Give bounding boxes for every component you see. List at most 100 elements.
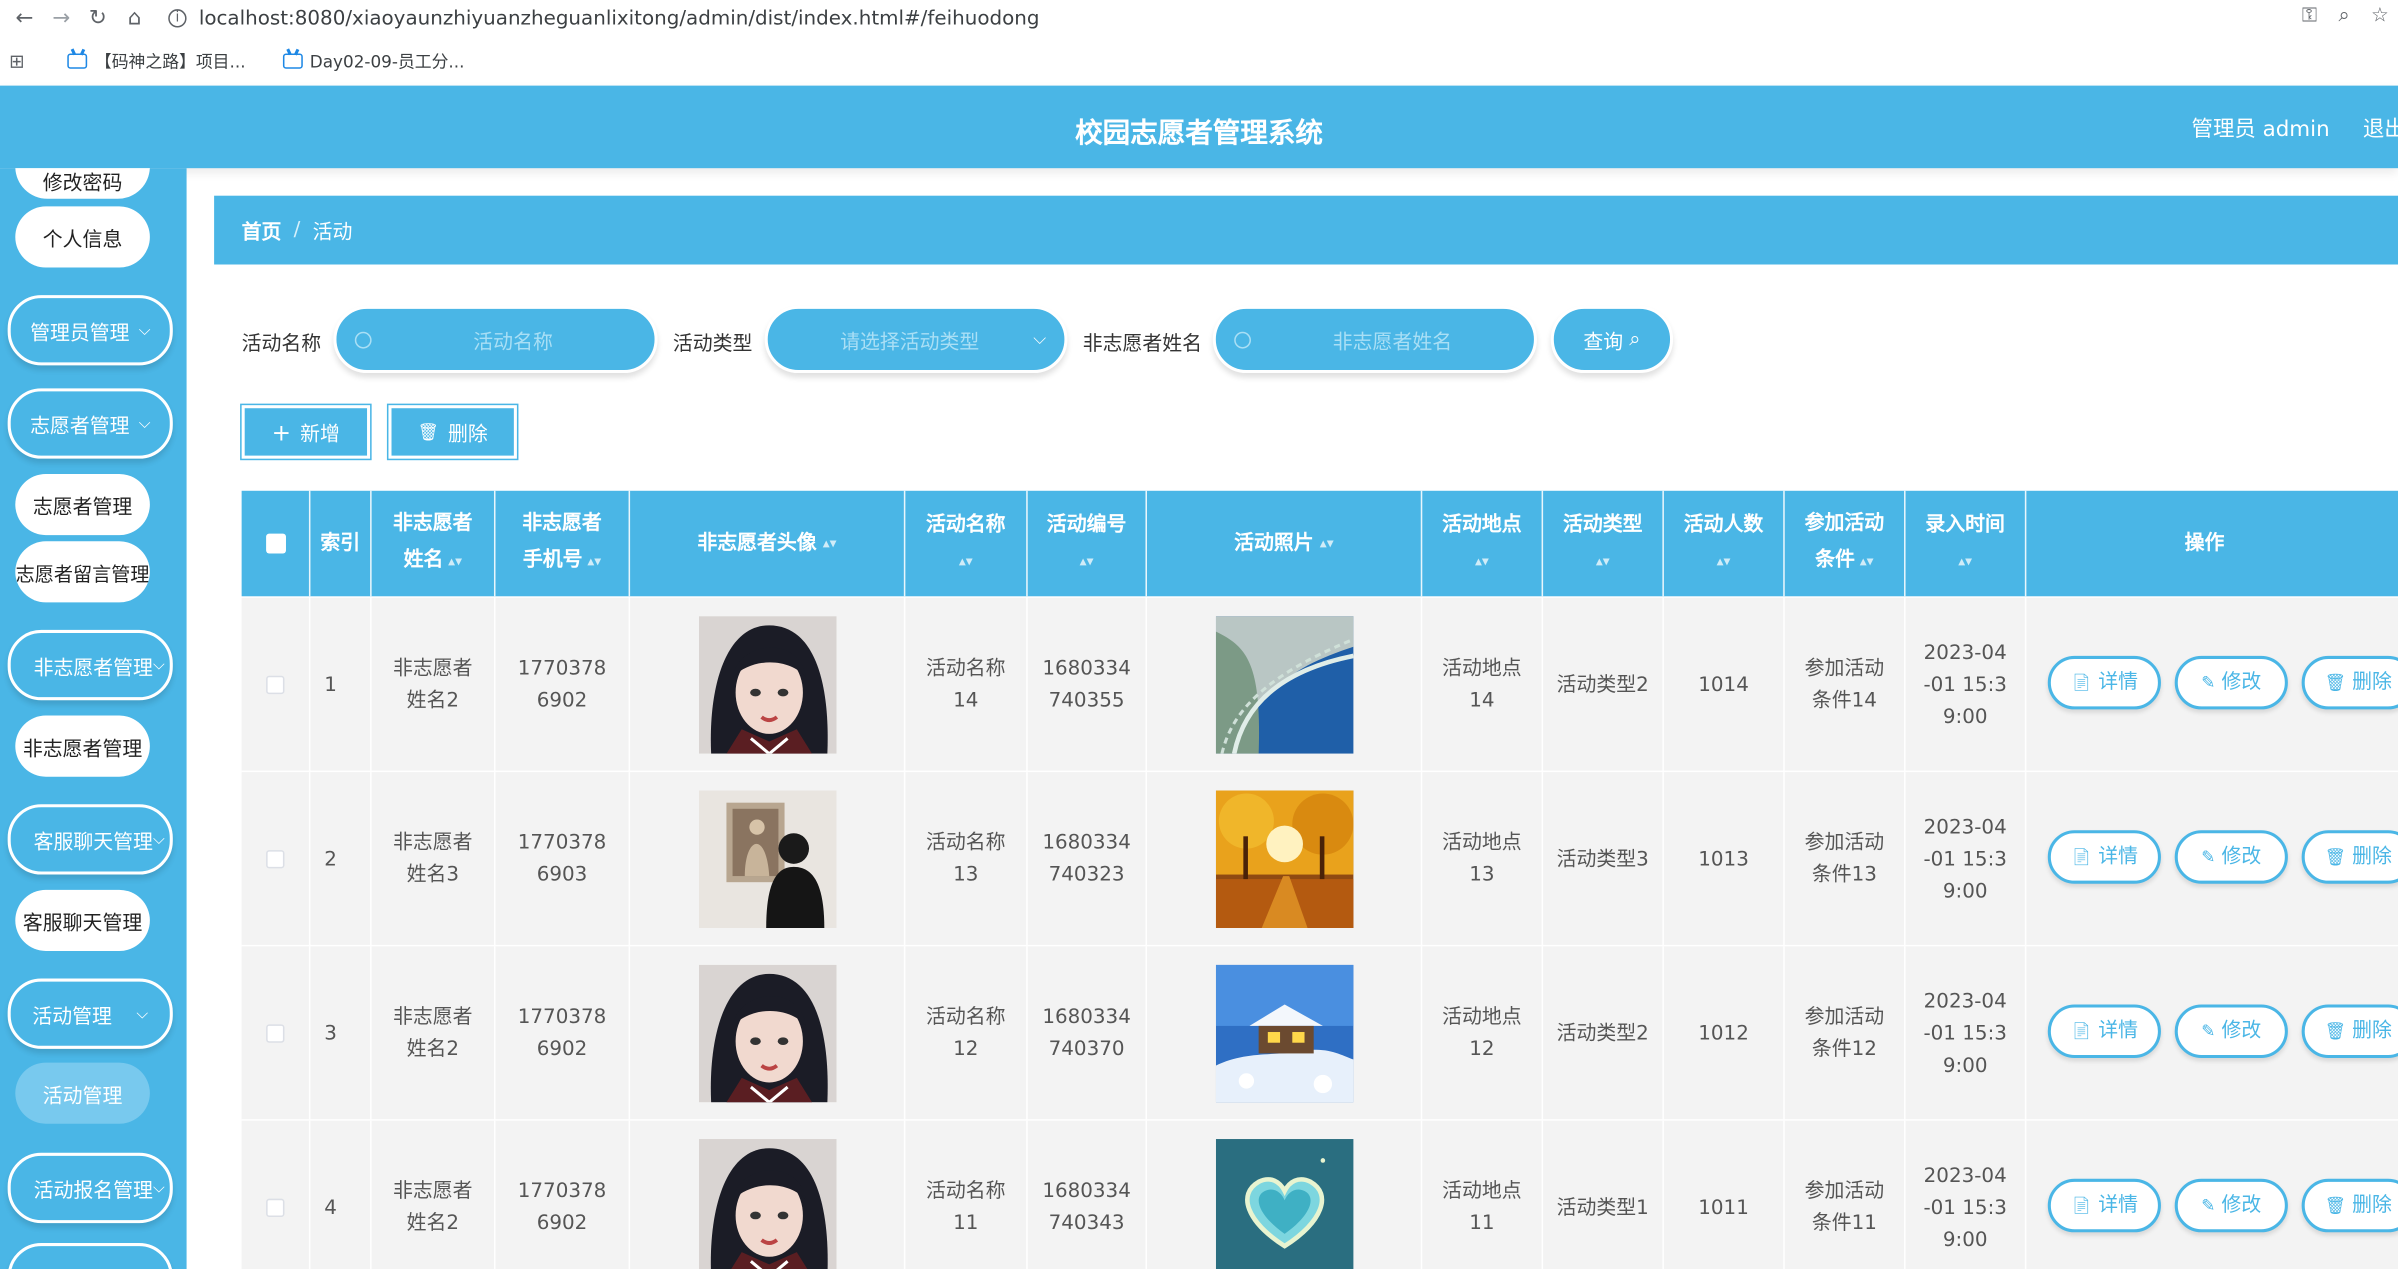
header-activity-type[interactable]: 活动类型 ▴▾	[1543, 490, 1664, 597]
site-info-icon[interactable]: i	[168, 9, 187, 28]
table-row: 1 非志愿者姓名2 17703786902 活动名称14 1680334740355 活动…	[241, 597, 2398, 773]
chevron-down-icon: ⌵	[138, 321, 151, 339]
edit-button[interactable]: ✎ 修改	[2174, 830, 2288, 884]
home-icon[interactable]: ⌂	[122, 6, 146, 30]
activity-photo	[1215, 790, 1353, 929]
header-phone[interactable]: 非志愿者手机号 ▴▾	[496, 490, 631, 597]
sidebar-item-profile[interactable]: 个人信息	[15, 206, 150, 268]
chevron-down-icon: ⌵	[152, 656, 165, 674]
activity-name-input[interactable]: 活动名称	[333, 305, 658, 374]
cell-photo	[1147, 1120, 1423, 1269]
cell-avatar	[630, 946, 906, 1121]
sort-icon: ▴▾	[1854, 554, 1874, 571]
activity-photo	[1215, 1139, 1353, 1269]
header-activity-photo[interactable]: 活动照片 ▴▾	[1147, 490, 1423, 597]
back-icon[interactable]: ←	[12, 6, 36, 30]
avatar-image	[698, 616, 836, 754]
cell-time: 2023-04-01 15:39:00	[1906, 772, 2027, 947]
header-time[interactable]: 录入时间 ▴▾	[1906, 490, 2027, 597]
cell-avatar	[630, 1120, 906, 1269]
row-select[interactable]	[242, 946, 311, 1121]
cell-photo	[1147, 946, 1423, 1121]
edit-button[interactable]: ✎ 修改	[2174, 655, 2288, 710]
batch-delete-button[interactable]: 🗑︎ 删除	[388, 405, 517, 459]
apps-icon[interactable]: ⊞	[9, 50, 24, 71]
sidebar-item-volunteer[interactable]: 志愿者管理	[15, 473, 150, 536]
sidebar-item-nonvolunteer[interactable]: 非志愿者管理	[15, 715, 150, 777]
header-activity-code[interactable]: 活动编号 ▴▾	[1028, 490, 1148, 597]
detail-button[interactable]: 📄︎ 详情	[2047, 655, 2161, 710]
cell-time: 2023-04-01 15:39:00	[1906, 1120, 2027, 1269]
document-icon: 📄︎	[2070, 847, 2093, 867]
password-key-icon[interactable]: ⚿	[2302, 5, 2317, 28]
admin-label: 管理员 admin	[2191, 117, 2330, 143]
row-checkbox[interactable]	[266, 850, 285, 869]
search-icon: ⌕	[1629, 327, 1641, 351]
row-checkbox[interactable]	[266, 1198, 285, 1218]
zoom-icon[interactable]: ⌕	[2338, 5, 2349, 28]
sidebar-item-change-password[interactable]: 修改密码	[15, 168, 150, 199]
delete-button[interactable]: 🗑︎ 删除	[2301, 1178, 2398, 1233]
header-activity-count[interactable]: 活动人数 ▴▾	[1664, 490, 1785, 597]
header-name[interactable]: 非志愿者姓名 ▴▾	[372, 490, 496, 597]
search-icon	[354, 331, 372, 348]
edit-button[interactable]: ✎ 修改	[2174, 1178, 2288, 1233]
sidebar-menu-signup[interactable]: 活动报名管理 ⌵	[7, 1152, 173, 1224]
cell-operations: 📄︎ 详情 ✎ 修改 🗑︎ 删除	[2026, 772, 2398, 946]
bookmark-item[interactable]: 【码神之路】项目...	[67, 49, 246, 73]
sidebar-item-activity-active[interactable]: 活动管理	[15, 1062, 150, 1124]
cell-condition: 参加活动条件11	[1785, 1120, 1906, 1269]
cell-photo	[1147, 597, 1423, 773]
cell-activity: 活动名称14	[905, 597, 1028, 773]
header-avatar[interactable]: 非志愿者头像 ▴▾	[630, 490, 906, 597]
delete-button[interactable]: 🗑︎ 删除	[2301, 830, 2398, 884]
header-condition[interactable]: 参加活动条件 ▴▾	[1785, 490, 1906, 597]
pencil-icon: ✎	[2201, 847, 2216, 867]
header-activity-place[interactable]: 活动地点 ▴▾	[1422, 490, 1544, 597]
document-icon: 📄︎	[2070, 1195, 2093, 1216]
select-all-checkbox[interactable]	[265, 533, 286, 554]
header-activity-name[interactable]: 活动名称 ▴▾	[905, 490, 1028, 597]
detail-button[interactable]: 📄︎ 详情	[2047, 830, 2161, 884]
row-select[interactable]	[242, 772, 311, 947]
cell-count: 1012	[1664, 946, 1785, 1121]
edit-button[interactable]: ✎ 修改	[2174, 1004, 2288, 1059]
bookmark-item[interactable]: Day02-09-员工分...	[282, 49, 464, 73]
logout-link[interactable]: 退出	[2363, 113, 2398, 144]
activity-type-select[interactable]: 请选择活动类型 ⌵	[764, 305, 1068, 374]
sidebar-menu-activity[interactable]: 活动管理 ⌵	[7, 978, 173, 1049]
sidebar-menu-volunteer[interactable]: 志愿者管理 ⌵	[7, 388, 173, 459]
address-bar[interactable]: i localhost:8080/xiaoyaunzhiyuanzheguanl…	[168, 7, 1040, 30]
cell-place: 活动地点12	[1422, 946, 1544, 1121]
add-button[interactable]: + 新增	[241, 405, 371, 459]
sidebar-item-volunteer-message[interactable]: 志愿者留言管理	[15, 541, 150, 603]
row-select[interactable]	[242, 597, 311, 773]
sidebar-item-chat[interactable]: 客服聊天管理	[15, 889, 150, 951]
cell-avatar	[630, 597, 906, 773]
reload-icon[interactable]: ↻	[86, 6, 110, 30]
detail-button[interactable]: 📄︎ 详情	[2047, 1004, 2161, 1059]
sidebar-menu-admin[interactable]: 管理员管理 ⌵	[7, 295, 173, 366]
query-button[interactable]: 查询 ⌕	[1550, 305, 1674, 374]
cell-name: 非志愿者姓名2	[372, 946, 496, 1121]
trash-icon: 🗑︎	[417, 421, 439, 442]
sidebar-menu-more[interactable]	[7, 1243, 173, 1269]
breadcrumb-home[interactable]: 首页	[242, 216, 282, 245]
sort-icon: ▴▾	[1595, 554, 1610, 570]
row-checkbox[interactable]	[266, 675, 285, 695]
cell-name: 非志愿者姓名3	[372, 772, 496, 947]
sidebar-menu-chat[interactable]: 客服聊天管理 ⌵	[7, 804, 173, 875]
cell-index: 3	[310, 946, 372, 1121]
row-checkbox[interactable]	[266, 1024, 285, 1043]
star-icon[interactable]: ☆	[2371, 5, 2389, 28]
sidebar-menu-nonvolunteer[interactable]: 非志愿者管理 ⌵	[7, 629, 173, 701]
delete-button[interactable]: 🗑︎ 删除	[2301, 1004, 2398, 1059]
forward-icon[interactable]: →	[49, 6, 73, 30]
detail-button[interactable]: 📄︎ 详情	[2047, 1178, 2161, 1233]
person-name-input[interactable]: 非志愿者姓名	[1212, 305, 1537, 374]
avatar-image	[698, 790, 836, 929]
delete-button[interactable]: 🗑︎ 删除	[2301, 655, 2398, 710]
row-select[interactable]	[242, 1120, 311, 1269]
chevron-down-icon: ⌵	[136, 1005, 149, 1023]
cell-phone: 17703786902	[496, 1120, 631, 1269]
